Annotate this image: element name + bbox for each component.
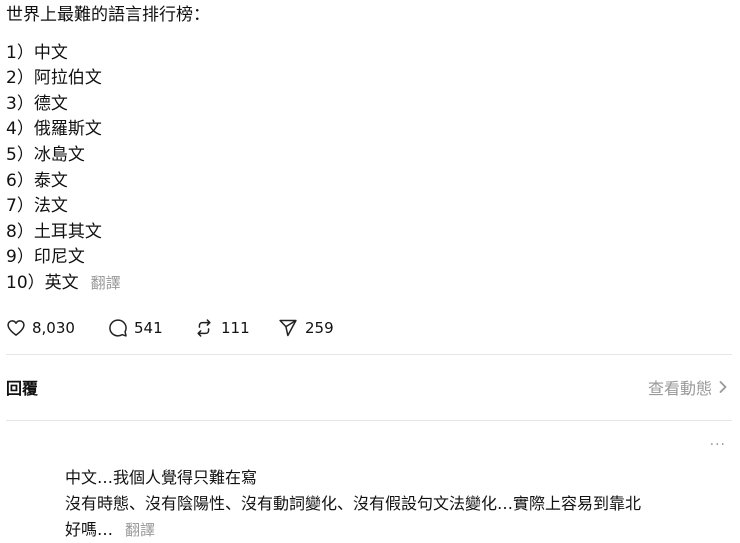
- repost-icon: [197, 319, 211, 337]
- ranking-item: 6）泰文: [6, 170, 68, 191]
- translate-link[interactable]: 翻譯: [91, 274, 121, 292]
- post-heading: 世界上最難的語言排行榜：: [6, 5, 210, 25]
- like-button[interactable]: 8,030: [6, 318, 75, 338]
- heart-icon: [7, 320, 25, 336]
- more-dots-icon: ···: [709, 437, 726, 453]
- view-activity-link[interactable]: 查看動態: [648, 375, 728, 399]
- ranking-item: 4）俄羅斯文: [6, 119, 102, 140]
- ranking-item-last: 10）英文 翻譯: [6, 271, 736, 297]
- repost-count: 111: [221, 319, 250, 337]
- divider: [6, 354, 732, 355]
- post-body: 世界上最難的語言排行榜： 1）中文 2）阿拉伯文 3）德文 4）俄羅斯文 5）冰…: [6, 3, 736, 297]
- share-count: 259: [305, 319, 334, 337]
- divider: [6, 420, 732, 421]
- replies-title: 回覆: [6, 379, 39, 398]
- repost-button[interactable]: 111: [193, 318, 250, 338]
- more-options-button[interactable]: ···: [710, 437, 726, 453]
- ranking-item: 8）土耳其文: [6, 221, 102, 242]
- ranking-item-text: 10）英文: [6, 272, 79, 293]
- reply-line: 中文…我個人覺得只難在寫: [65, 468, 258, 487]
- reply-line-text: 好嗎…: [65, 520, 114, 539]
- reply-line-last: 好嗎… 翻譯: [65, 517, 735, 543]
- ranking-item: 2）阿拉伯文: [6, 68, 102, 89]
- reply-line: 沒有時態、沒有陰陽性、沒有動詞變化、沒有假設句文法變化…實際上容易到靠北: [65, 494, 642, 513]
- reply-translate-link[interactable]: 翻譯: [125, 521, 155, 539]
- ranking-item: 3）德文: [6, 93, 68, 114]
- view-activity-label: 查看動態: [647, 379, 712, 398]
- chevron-right-icon: [719, 381, 727, 393]
- reply-button[interactable]: 541: [108, 318, 163, 338]
- ranking-item: 1）中文: [6, 42, 68, 63]
- reply-count: 541: [134, 319, 163, 337]
- share-button[interactable]: 259: [277, 318, 334, 338]
- replies-header: 回覆 查看動態: [6, 372, 728, 402]
- ranking-item: 7）法文: [6, 196, 68, 217]
- ranking-item: 5）冰島文: [6, 144, 85, 165]
- send-icon: [279, 319, 297, 337]
- comment-icon: [109, 319, 127, 337]
- ranking-item: 9）印尼文: [6, 247, 85, 268]
- reply-content: 中文…我個人覺得只難在寫 沒有時態、沒有陰陽性、沒有動詞變化、沒有假設句文法變化…: [65, 465, 735, 543]
- like-count: 8,030: [32, 319, 75, 337]
